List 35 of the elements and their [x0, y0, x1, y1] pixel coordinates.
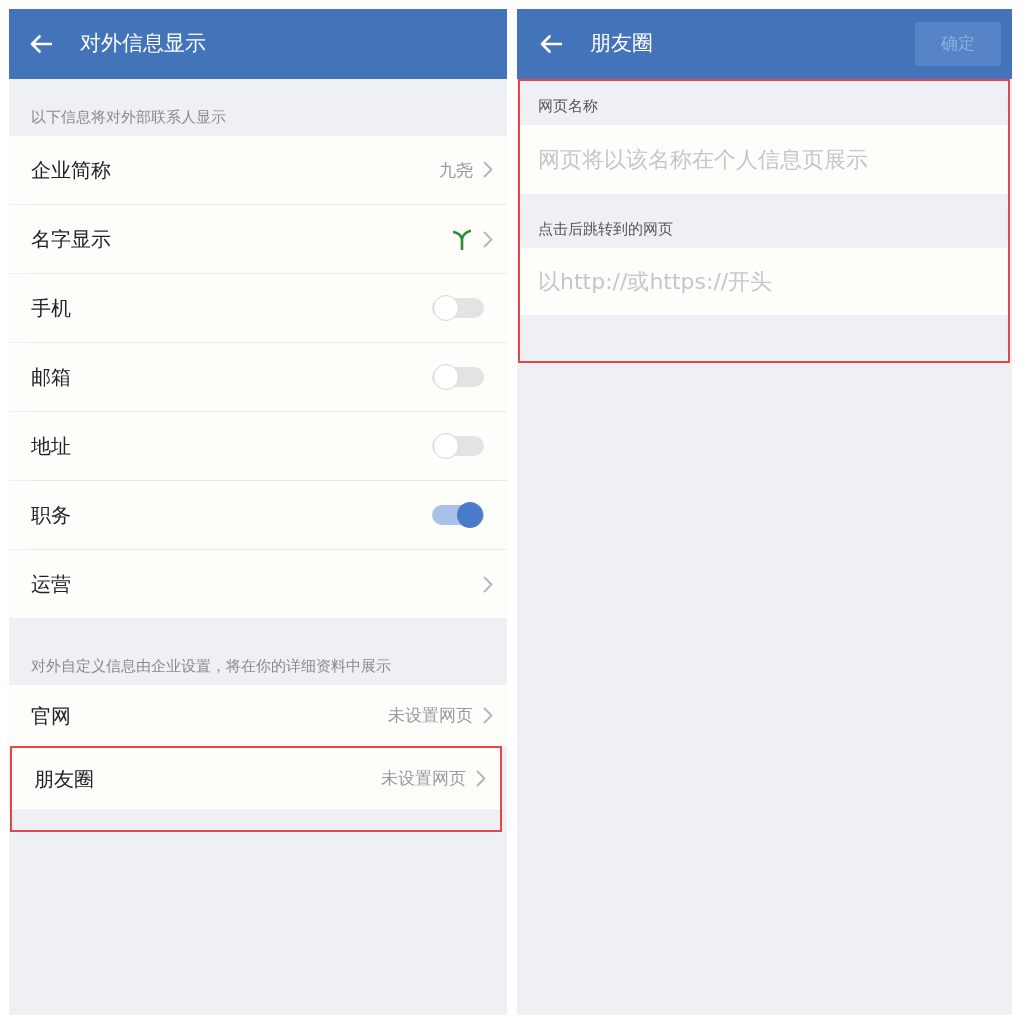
- chevron-right-icon: [483, 230, 493, 248]
- settings-row[interactable]: 朋友圈 未设置网页: [12, 748, 500, 809]
- item-label: 朋友圈: [34, 766, 94, 791]
- chevron-right-icon: [483, 575, 493, 593]
- toggle-switch[interactable]: [431, 363, 485, 391]
- item-value: 未设置网页: [388, 705, 473, 726]
- toggle-switch[interactable]: [431, 501, 485, 529]
- item-value: 未设置网页: [381, 768, 466, 789]
- item-label: 邮箱: [31, 365, 71, 389]
- sprout-icon: [453, 228, 471, 250]
- field-label: 网页名称: [538, 97, 598, 115]
- section-caption: 对外自定义信息由企业设置，将在你的详细资料中展示: [31, 657, 391, 675]
- back-arrow-icon[interactable]: [30, 35, 52, 53]
- chevron-right-icon: [483, 161, 493, 179]
- item-label: 职务: [31, 503, 71, 527]
- settings-row[interactable]: 官网 未设置网页: [9, 685, 507, 746]
- item-label: 地址: [31, 434, 71, 458]
- settings-row[interactable]: 名字显示: [9, 205, 507, 273]
- item-label: 名字显示: [31, 227, 111, 251]
- item-label: 官网: [31, 703, 71, 728]
- chevron-right-icon: [476, 770, 486, 787]
- settings-row[interactable]: 运营: [9, 550, 507, 618]
- settings-row[interactable]: 企业简称 九尧: [9, 136, 507, 204]
- item-label: 企业简称: [31, 158, 111, 182]
- screen-title: 对外信息显示: [80, 31, 206, 57]
- field-label: 点击后跳转到的网页: [538, 220, 673, 238]
- screen-title: 朋友圈: [590, 31, 653, 57]
- section-caption: 以下信息将对外部联系人显示: [31, 108, 226, 126]
- chevron-right-icon: [483, 707, 493, 724]
- item-label: 手机: [31, 296, 71, 320]
- item-value: 九尧: [439, 159, 473, 181]
- toggle-switch[interactable]: [431, 294, 485, 322]
- item-label: 运营: [31, 572, 71, 596]
- back-arrow-icon[interactable]: [540, 35, 562, 53]
- toggle-switch[interactable]: [431, 432, 485, 460]
